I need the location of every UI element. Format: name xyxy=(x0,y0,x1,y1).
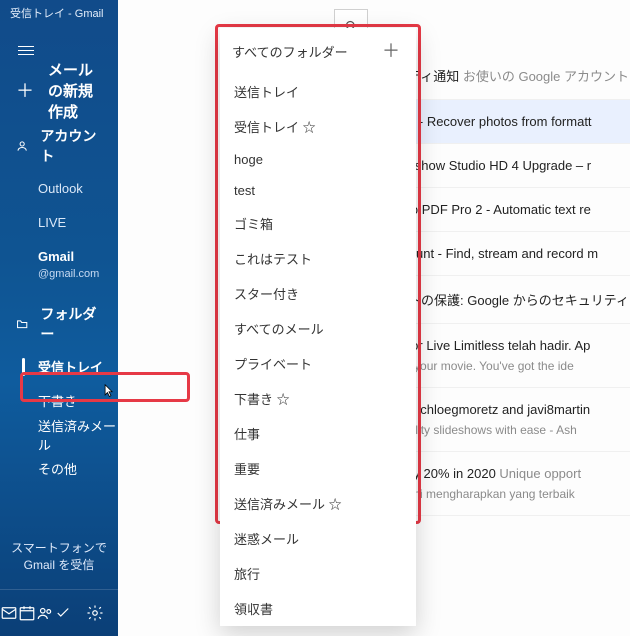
folder-popup-item[interactable]: 受信トレイ ☆ xyxy=(220,109,416,144)
gear-icon xyxy=(86,604,104,622)
folder-popup-item[interactable]: プライベート xyxy=(220,346,416,381)
account-item[interactable]: Gmail@gmail.com xyxy=(0,240,118,290)
hamburger-menu-button[interactable] xyxy=(0,32,40,68)
folder-icon xyxy=(16,317,28,331)
bottom-toolbar xyxy=(0,589,118,636)
promo-link[interactable]: スマートフォンで Gmail を受信 xyxy=(0,523,118,589)
folder-popup-item[interactable]: 仕事 xyxy=(220,416,416,451)
sidebar-folder-item[interactable]: 受信トレイ xyxy=(0,350,118,384)
compose-button[interactable]: ＋ メールの新規作成 xyxy=(0,68,118,112)
folders-header[interactable]: フォルダー xyxy=(0,290,118,350)
sidebar-folder-item[interactable]: 送信済みメール xyxy=(0,418,118,452)
calendar-icon xyxy=(18,604,36,622)
folders-header-label: フォルダー xyxy=(40,304,102,344)
plus-icon: ＋ xyxy=(16,77,34,103)
window-title: 受信トレイ - Gmail xyxy=(0,0,118,26)
hamburger-icon xyxy=(18,44,34,56)
folder-popup-item[interactable]: スター付き xyxy=(220,276,416,311)
account-name: LIVE xyxy=(38,214,102,232)
folder-popup-item[interactable]: hoge xyxy=(220,144,416,175)
folder-popup-title: すべてのフォルダー xyxy=(232,42,348,61)
account-sub: @gmail.com xyxy=(38,267,102,282)
todo-tab-button[interactable] xyxy=(54,590,72,636)
settings-button[interactable] xyxy=(72,590,118,636)
folder-popup-item[interactable]: 旅行 xyxy=(220,556,416,591)
sidebar-folder-item[interactable]: その他 xyxy=(0,452,118,486)
folder-popup-item[interactable]: 領収書 xyxy=(220,591,416,626)
folder-popup-item[interactable]: 送信トレイ xyxy=(220,74,416,109)
calendar-tab-button[interactable] xyxy=(18,590,36,636)
check-icon xyxy=(54,604,72,622)
account-name: Gmail xyxy=(38,248,102,266)
sidebar-folder-item[interactable]: 下書き xyxy=(0,384,118,418)
accounts-header[interactable]: アカウント xyxy=(0,112,118,172)
folder-popup-item[interactable]: test xyxy=(220,175,416,206)
folder-popup-item[interactable]: ゴミ箱 xyxy=(220,206,416,241)
folder-popup-item[interactable]: 重要 xyxy=(220,451,416,486)
account-item[interactable]: LIVE xyxy=(0,206,118,240)
folder-popup-item[interactable]: 送信済みメール ☆ xyxy=(220,486,416,521)
people-icon xyxy=(36,604,54,622)
sidebar: 受信トレイ - Gmail ＋ メールの新規作成 アカウント Outlook LI… xyxy=(0,0,118,636)
add-folder-button[interactable]: ＋ xyxy=(378,38,404,64)
folder-popup-item[interactable]: 下書き ☆ xyxy=(220,381,416,416)
folder-popup-item[interactable]: これはテスト xyxy=(220,241,416,276)
people-tab-button[interactable] xyxy=(36,590,54,636)
folder-popup: すべてのフォルダー ＋ 送信トレイ受信トレイ ☆hogetestゴミ箱これはテス… xyxy=(220,28,416,626)
accounts-header-label: アカウント xyxy=(40,126,102,166)
account-item[interactable]: Outlook xyxy=(0,172,118,206)
mail-icon xyxy=(0,604,18,622)
folder-popup-item[interactable]: 迷惑メール xyxy=(220,521,416,556)
folder-popup-item[interactable]: すべてのメール xyxy=(220,311,416,346)
account-name: Outlook xyxy=(38,180,102,198)
person-icon xyxy=(16,139,28,153)
mail-tab-button[interactable] xyxy=(0,590,18,636)
